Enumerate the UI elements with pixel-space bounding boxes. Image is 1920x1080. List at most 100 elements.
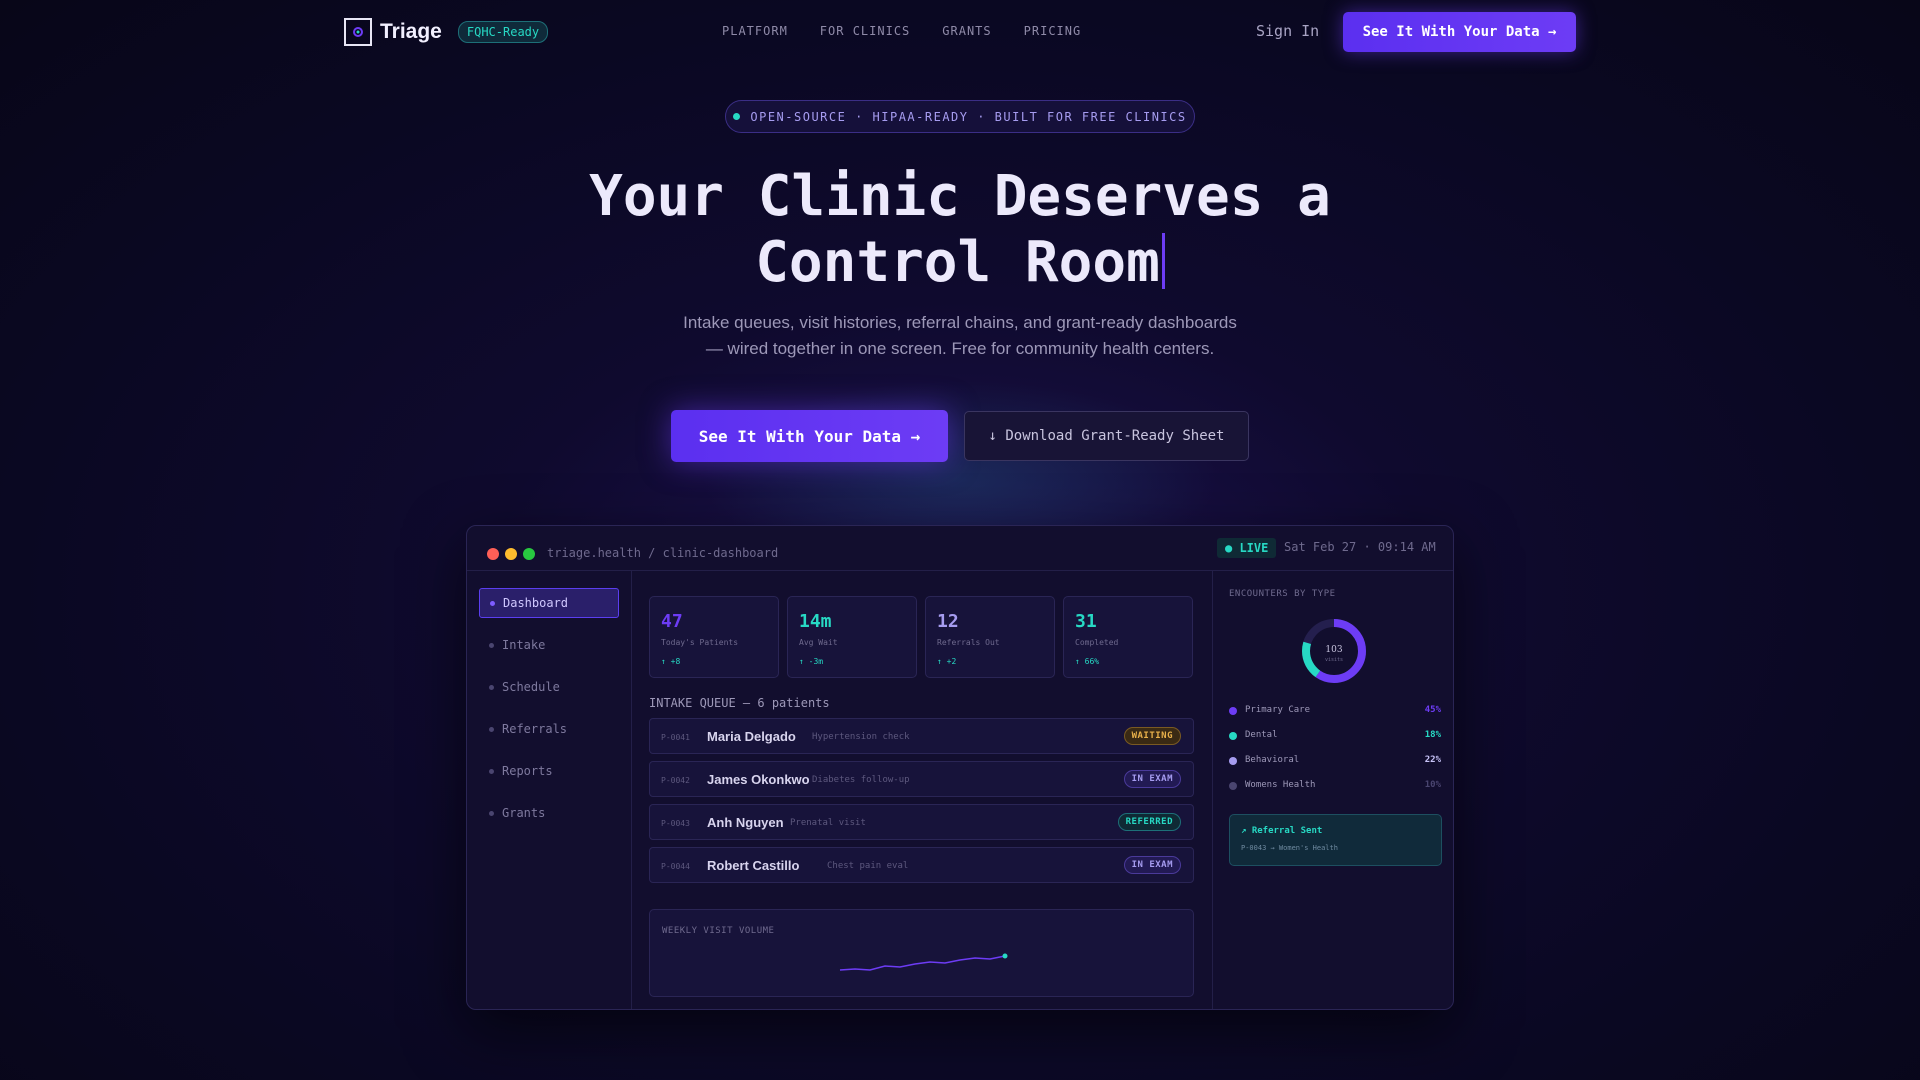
patient-id: P-0043 — [661, 819, 690, 828]
table-row[interactable]: P-0041 Maria Delgado Hypertension check … — [649, 718, 1194, 754]
nav-link-platform[interactable]: PLATFORM — [722, 24, 788, 38]
visit-reason: Chest pain eval — [827, 861, 909, 871]
maximize-dot-icon — [523, 548, 535, 560]
encounters-title: ENCOUNTERS BY TYPE — [1229, 589, 1336, 599]
bullet-icon — [489, 768, 494, 774]
intake-queue-title: INTAKE QUEUE — 6 patients — [649, 696, 830, 710]
nav-link-for-clinics[interactable]: FOR CLINICS — [820, 24, 910, 38]
legend-item: Primary Care 45% — [1229, 703, 1441, 719]
sidebar-item-label: Referrals — [502, 722, 568, 736]
bullet-icon — [489, 642, 494, 648]
hero-cta-primary-button[interactable]: See It With Your Data → — [671, 410, 948, 462]
sidebar-item-dashboard[interactable]: Dashboard — [479, 588, 619, 618]
status-badge: IN EXAM — [1123, 770, 1181, 788]
nav-links: PLATFORM FOR CLINICS GRANTS PRICING — [722, 24, 1081, 38]
sidebar-item-reports[interactable]: Reports — [479, 756, 619, 786]
patient-id: P-0042 — [661, 776, 690, 785]
stat-card-avg-wait: 14m Avg Wait ↑ -3m — [787, 596, 917, 678]
logo-icon — [344, 18, 372, 46]
download-grant-sheet-button[interactable]: ↓ Download Grant-Ready Sheet — [964, 411, 1249, 461]
sidebar-item-label: Grants — [502, 806, 546, 820]
sign-in-link[interactable]: Sign In — [1256, 22, 1319, 40]
legend-label: Dental — [1245, 730, 1278, 740]
legend-label: Behavioral — [1245, 755, 1300, 765]
fqhc-badge: FQHC-Ready — [457, 21, 549, 43]
referral-toast-title: ↗ Referral Sent — [1241, 826, 1323, 836]
sidebar-item-grants[interactable]: Grants — [479, 798, 619, 828]
status-badge: REFERRED — [1117, 813, 1181, 831]
table-row[interactable]: P-0044 Robert Castillo Chest pain eval I… — [649, 847, 1194, 883]
patient-id: P-0041 — [661, 733, 690, 742]
donut-center-value: 103 — [1325, 645, 1343, 655]
patient-name: Maria Delgado — [707, 729, 796, 744]
legend-item: Dental 18% — [1229, 728, 1441, 744]
encounters-panel: ENCOUNTERS BY TYPE 103 visits Primary Ca… — [1212, 571, 1453, 1009]
bullet-icon — [490, 600, 495, 606]
legend-swatch — [1229, 707, 1237, 715]
hero-title-line2: Control Room — [0, 230, 1920, 296]
brand-logo[interactable]: Triage FQHC-Ready — [344, 18, 549, 46]
legend-label: Womens Health — [1245, 780, 1316, 790]
sidebar-item-schedule[interactable]: Schedule — [479, 672, 619, 702]
table-row[interactable]: P-0042 James Okonkwo Diabetes follow-up … — [649, 761, 1194, 797]
stat-value: 14m — [799, 611, 832, 632]
sidebar-item-label: Schedule — [502, 680, 560, 694]
nav-link-pricing[interactable]: PRICING — [1024, 24, 1082, 38]
patient-name: James Okonkwo — [707, 772, 810, 787]
legend-pct: 18% — [1424, 730, 1441, 740]
patient-name: Robert Castillo — [707, 858, 800, 873]
sidebar-item-label: Reports — [502, 764, 553, 778]
hero-title-line2-text: Control Room — [755, 230, 1160, 295]
legend-item: Womens Health 10% — [1229, 778, 1441, 794]
stat-value: 31 — [1075, 611, 1097, 632]
legend-label: Primary Care — [1245, 705, 1311, 715]
referral-toast-detail: P-0043 → Women's Health — [1241, 844, 1338, 852]
hero-pill-text: OPEN-SOURCE · HIPAA-READY · BUILT FOR FR… — [750, 109, 1187, 124]
patient-name: Anh Nguyen — [707, 815, 784, 830]
sidebar-item-label: Intake — [502, 638, 546, 652]
top-nav: Triage FQHC-Ready PLATFORM FOR CLINICS G… — [0, 0, 1920, 64]
close-dot-icon — [487, 548, 499, 560]
hero-pill: OPEN-SOURCE · HIPAA-READY · BUILT FOR FR… — [725, 100, 1195, 133]
nav-cta-button[interactable]: See It With Your Data → — [1343, 12, 1576, 52]
hero-title-line1: Your Clinic Deserves a — [589, 164, 1331, 229]
legend-pct: 45% — [1424, 705, 1441, 715]
window-titlebar: triage.health / clinic-dashboard ● LIVE … — [467, 526, 1453, 571]
stat-delta: ↑ +2 — [937, 657, 957, 666]
dashboard-sidebar: Dashboard Intake Schedule Referrals Repo… — [467, 571, 632, 1009]
patient-id: P-0044 — [661, 862, 690, 871]
stat-card-completed: 31 Completed ↑ 66% — [1063, 596, 1193, 678]
bullet-icon — [489, 684, 494, 690]
hero-subtitle-line2: — wired together in one screen. Free for… — [705, 339, 1215, 358]
stat-delta: ↑ -3m — [799, 657, 824, 666]
sidebar-item-intake[interactable]: Intake — [479, 630, 619, 660]
brand-name: Triage — [380, 20, 442, 43]
window-url: triage.health / clinic-dashboard — [547, 546, 779, 560]
typing-caret — [1161, 233, 1165, 289]
live-badge: ● LIVE — [1217, 538, 1277, 558]
legend-item: Behavioral 22% — [1229, 753, 1441, 769]
stat-label: Today's Patients — [661, 638, 739, 647]
dashboard-preview-window: triage.health / clinic-dashboard ● LIVE … — [466, 525, 1454, 1010]
legend-pct: 22% — [1424, 755, 1441, 765]
status-dot-icon — [733, 113, 741, 120]
donut-center-label: visits — [1324, 657, 1344, 663]
weekly-visit-chart: WEEKLY VISIT VOLUME — [649, 909, 1194, 997]
sidebar-item-label: Dashboard — [503, 596, 569, 610]
stat-value: 47 — [661, 611, 683, 632]
stat-value: 12 — [937, 611, 959, 632]
sidebar-item-referrals[interactable]: Referrals — [479, 714, 619, 744]
visit-reason: Prenatal visit — [790, 818, 866, 828]
legend-swatch — [1229, 732, 1237, 740]
minimize-dot-icon — [505, 548, 517, 560]
stat-delta: ↑ +8 — [661, 657, 681, 666]
status-badge: IN EXAM — [1123, 856, 1181, 874]
bullet-icon — [489, 810, 494, 816]
nav-link-grants[interactable]: GRANTS — [942, 24, 991, 38]
stat-label: Referrals Out — [937, 638, 1000, 647]
table-row[interactable]: P-0043 Anh Nguyen Prenatal visit REFERRE… — [649, 804, 1194, 840]
referral-toast[interactable]: ↗ Referral Sent P-0043 → Women's Health — [1229, 814, 1442, 866]
status-badge: WAITING — [1123, 727, 1181, 745]
dashboard-datetime: Sat Feb 27 · 09:14 AM — [1284, 540, 1436, 554]
bullet-icon — [489, 726, 494, 732]
